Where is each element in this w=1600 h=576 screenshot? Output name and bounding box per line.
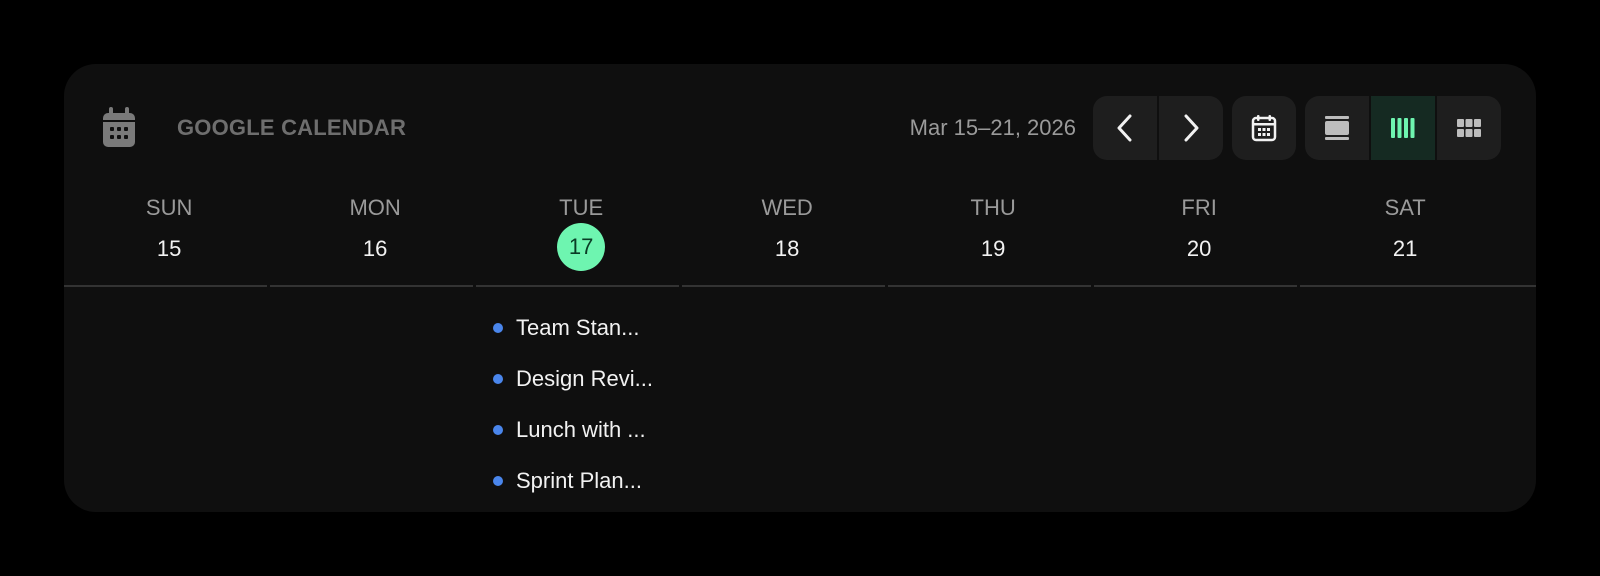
next-week-button[interactable]	[1159, 96, 1223, 160]
tuesday-events: Team Stan... Design Revi... Lunch with .…	[485, 302, 675, 506]
previous-week-button[interactable]	[1093, 96, 1157, 160]
week-view-button[interactable]	[1371, 96, 1435, 160]
day-name: SAT	[1384, 195, 1426, 220]
event-dot	[493, 424, 503, 435]
day-name: SUN	[145, 195, 193, 220]
calendar-icon	[101, 107, 137, 149]
header-divider	[64, 285, 1536, 287]
month-view-button[interactable]	[1437, 96, 1501, 160]
day-name: TUE	[559, 195, 604, 220]
day-name: MON	[349, 195, 401, 220]
day-view-button[interactable]	[1305, 96, 1369, 160]
event-dot	[493, 475, 503, 486]
day-name: WED	[761, 195, 813, 220]
day-name: FRI	[1181, 195, 1217, 220]
day-name: THU	[970, 195, 1016, 220]
day-column-sat[interactable]: SAT 21	[1300, 192, 1510, 286]
day-view-icon	[1323, 115, 1351, 141]
event-item[interactable]: Team Stan...	[485, 302, 675, 353]
week-day-header: SUN 15 MON 16 TUE 17 WED 18 THU 19 FRI 2…	[64, 192, 1536, 286]
day-number: 15	[156, 236, 182, 261]
day-number: 19	[980, 236, 1006, 261]
day-column-mon[interactable]: MON 16	[270, 192, 480, 286]
chevron-right-icon	[1180, 113, 1202, 143]
day-number: 20	[1186, 236, 1212, 261]
date-range-label: Mar 15–21, 2026	[909, 115, 1076, 140]
week-view-icon	[1389, 117, 1417, 139]
day-number: 21	[1392, 236, 1418, 261]
day-number: 16	[362, 236, 388, 261]
event-dot	[493, 373, 503, 384]
event-item[interactable]: Sprint Plan...	[485, 455, 675, 506]
event-title: Sprint Plan...	[516, 467, 642, 493]
event-title: Design Revi...	[516, 365, 653, 391]
event-dot	[493, 322, 503, 333]
calendar-header: GOOGLE CALENDAR Mar 15–21, 2026	[64, 64, 1536, 192]
day-column-tue[interactable]: TUE 17	[476, 192, 686, 286]
chevron-left-icon	[1114, 113, 1136, 143]
calendar-widget: GOOGLE CALENDAR Mar 15–21, 2026 SUN 15 M…	[64, 64, 1536, 512]
month-view-icon	[1456, 117, 1482, 139]
event-title: Team Stan...	[516, 314, 640, 340]
today-day-number: 17	[557, 223, 606, 271]
event-title: Lunch with ...	[516, 416, 646, 442]
today-button[interactable]	[1232, 96, 1296, 160]
day-column-wed[interactable]: WED 18	[682, 192, 892, 286]
event-item[interactable]: Design Revi...	[485, 353, 675, 404]
day-column-fri[interactable]: FRI 20	[1094, 192, 1304, 286]
day-number: 18	[774, 236, 800, 261]
day-column-sun[interactable]: SUN 15	[64, 192, 274, 286]
day-column-thu[interactable]: THU 19	[888, 192, 1098, 286]
calendar-icon	[1251, 114, 1277, 142]
app-title: GOOGLE CALENDAR	[177, 115, 407, 140]
event-item[interactable]: Lunch with ...	[485, 404, 675, 455]
